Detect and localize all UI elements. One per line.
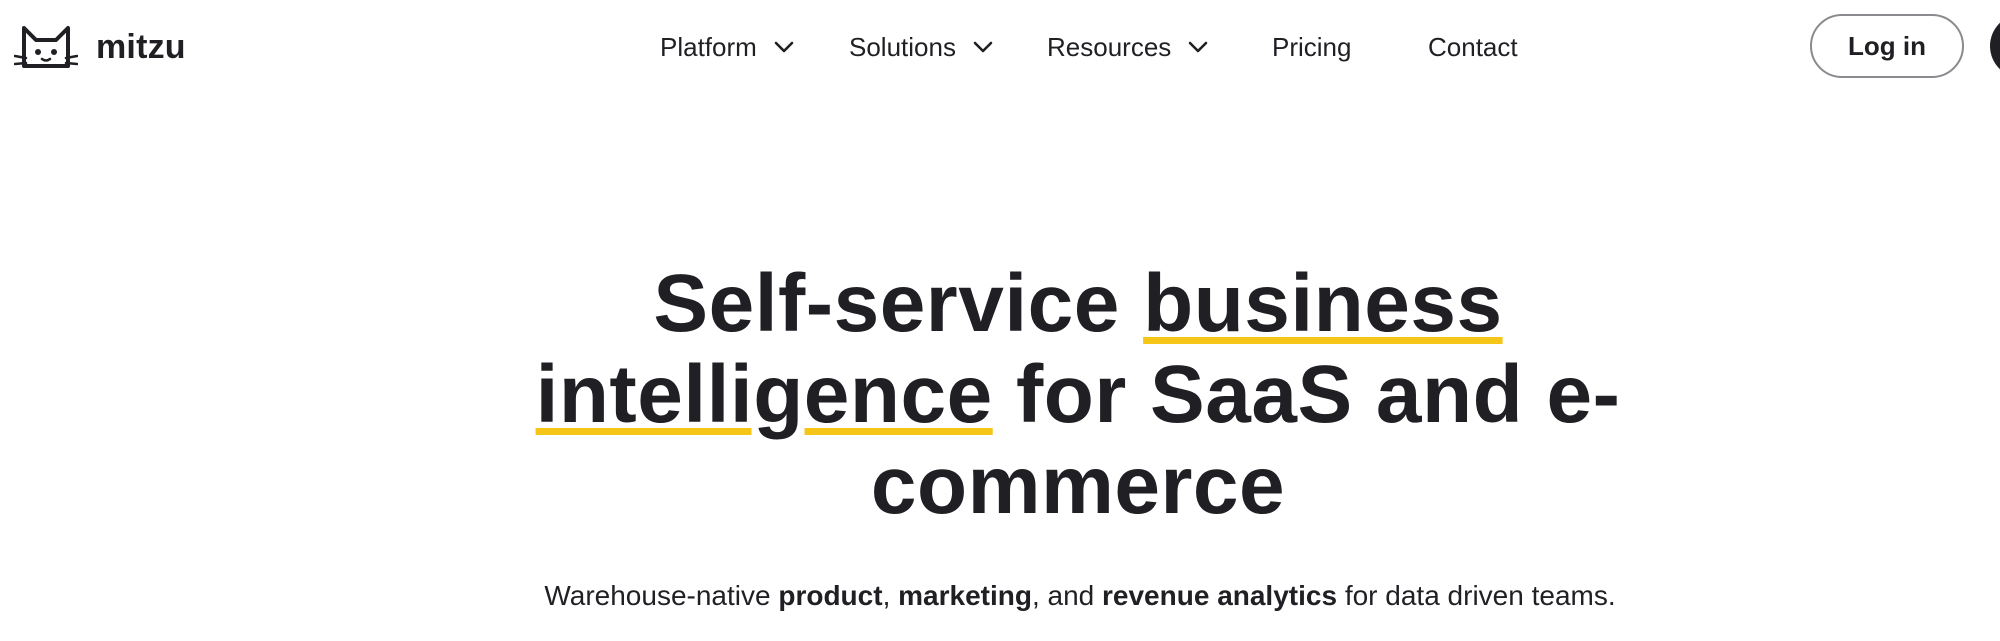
hero-subtitle-emphasis: marketing [898, 580, 1032, 611]
nav-item-label: Resources [1047, 31, 1172, 62]
hero-subtitle-text: , [882, 580, 899, 611]
hero-title-text: Self-service [653, 258, 1144, 349]
chevron-down-icon [1188, 41, 1208, 53]
cta-button-edge [1990, 14, 2000, 78]
hero-title-highlight: intelligence [535, 349, 993, 440]
hero-subtitle-text: , and [1031, 580, 1103, 611]
brand-name: mitzu [96, 28, 186, 66]
nav-item-solutions[interactable]: Solutions [849, 28, 994, 66]
hero-subtitle: Warehouse-native product, marketing, and… [380, 576, 1780, 616]
hero-subtitle-emphasis: revenue analytics [1102, 580, 1338, 611]
hero-subtitle-text: for data driven teams. [1337, 580, 1616, 611]
nav-item-pricing[interactable]: Pricing [1272, 28, 1351, 66]
nav-item-label: Solutions [849, 31, 956, 62]
nav-item-label: Contact [1428, 31, 1518, 62]
chevron-down-icon [973, 41, 993, 53]
hero-subtitle-text: Warehouse-native [544, 580, 779, 611]
cat-face-icon [14, 26, 78, 68]
hero-title-highlight: business [1143, 258, 1503, 349]
login-button[interactable]: Log in [1810, 14, 1964, 78]
site-header: mitzu Platform Solutions Resources Prici… [0, 0, 2000, 94]
hero-title: Self-service business intelligence for S… [500, 258, 1656, 531]
nav-item-platform[interactable]: Platform [660, 28, 795, 66]
nav-item-label: Platform [660, 31, 757, 62]
nav-item-contact[interactable]: Contact [1428, 28, 1518, 66]
nav-item-resources[interactable]: Resources [1047, 28, 1209, 66]
main-nav: Platform Solutions Resources Pricing Con… [0, 0, 2000, 94]
brand-logo-link[interactable]: mitzu [14, 18, 186, 76]
cta-button[interactable] [1990, 14, 2000, 78]
hero-subtitle-emphasis: product [778, 580, 883, 611]
chevron-down-icon [774, 41, 794, 53]
nav-item-label: Pricing [1272, 31, 1352, 62]
